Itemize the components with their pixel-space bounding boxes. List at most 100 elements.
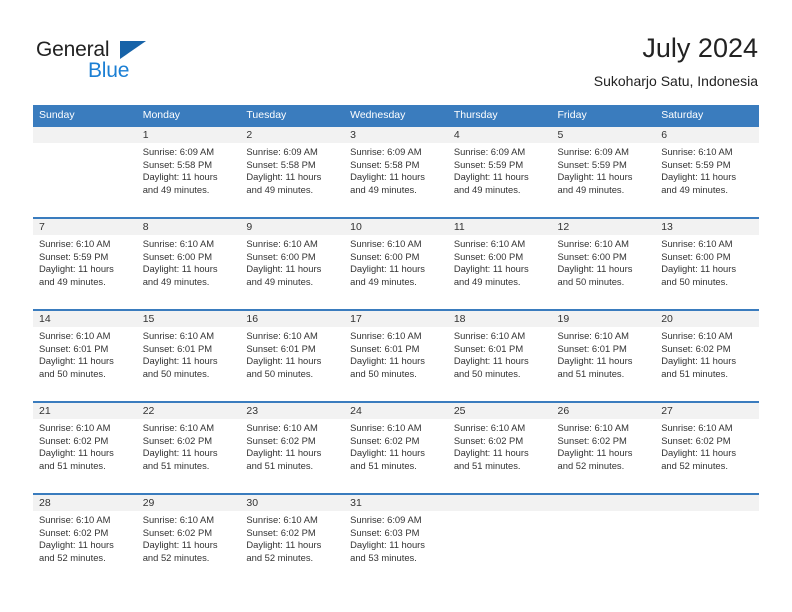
day-daylight2-text: and 51 minutes.	[246, 459, 314, 471]
day-daylight1-text: Daylight: 11 hours	[453, 355, 529, 367]
day-daylight2-text: and 50 minutes.	[39, 367, 106, 379]
weekday-header-friday: Friday	[551, 105, 656, 125]
day-sunrise-text: Sunrise: 6:10 AM	[453, 330, 526, 341]
day-cell-28[interactable]: 28 Sunrise: 6:10 AM Sunset: 6:02 PM Dayligh…	[33, 495, 137, 585]
day-sunrise-text: Sunrise: 6:09 AM	[350, 146, 422, 157]
day-details: Sunrise: 6:10 AM Sunset: 5:59 PM Daylight:…	[33, 235, 137, 288]
day-details: Sunrise: 6:10 AM Sunset: 6:00 PM Daylight:…	[137, 235, 241, 288]
day-daylight2-text: and 51 minutes.	[661, 367, 728, 379]
day-details: Sunrise: 6:09 AM Sunset: 6:03 PM Daylight:…	[344, 511, 448, 564]
day-sunrise-text: Sunrise: 6:10 AM	[661, 238, 733, 249]
day-number: 11	[447, 219, 552, 235]
day-cell-10[interactable]: 10 Sunrise: 6:10 AM Sunset: 6:00 PM Dayligh…	[344, 219, 448, 309]
day-cell-22[interactable]: 22 Sunrise: 6:10 AM Sunset: 6:02 PM Dayligh…	[136, 403, 241, 493]
day-details: Sunrise: 6:10 AM Sunset: 6:00 PM Daylight:…	[552, 235, 656, 288]
day-cell-20[interactable]: 20 Sunrise: 6:10 AM Sunset: 6:02 PM Dayligh…	[655, 311, 759, 401]
day-cell-18[interactable]: 18 Sunrise: 6:10 AM Sunset: 6:01 PM Dayligh…	[447, 311, 552, 401]
day-cell-12[interactable]: 12 Sunrise: 6:10 AM Sunset: 6:00 PM Dayligh…	[551, 219, 656, 309]
day-daylight1-text: Daylight: 11 hours	[557, 447, 633, 459]
day-number	[33, 127, 137, 143]
day-cell-25[interactable]: 25 Sunrise: 6:10 AM Sunset: 6:02 PM Dayligh…	[447, 403, 552, 493]
day-cell-11[interactable]: 11 Sunrise: 6:10 AM Sunset: 6:00 PM Dayligh…	[447, 219, 552, 309]
day-number: 8	[136, 219, 241, 235]
calendar-cell: 4 Sunrise: 6:09 AM Sunset: 5:59 PM Daylight…	[447, 127, 552, 217]
page-header: General Blue July 2024 Sukoharjo Satu, I…	[0, 0, 792, 100]
day-cell-30[interactable]: 30 Sunrise: 6:10 AM Sunset: 6:02 PM Dayligh…	[240, 495, 345, 585]
day-daylight1-text: Daylight: 11 hours	[246, 447, 322, 459]
calendar-cell: 6 Sunrise: 6:10 AM Sunset: 5:59 PM Daylight…	[655, 127, 759, 217]
day-cell-3[interactable]: 3 Sunrise: 6:09 AM Sunset: 5:58 PM Daylight…	[344, 127, 448, 217]
day-cell-19[interactable]: 19 Sunrise: 6:10 AM Sunset: 6:01 PM Dayligh…	[551, 311, 656, 401]
day-daylight2-text: and 49 minutes.	[246, 183, 314, 195]
day-number	[447, 495, 552, 511]
day-cell-9[interactable]: 9 Sunrise: 6:10 AM Sunset: 6:00 PM Daylight…	[240, 219, 345, 309]
day-sunset-text: Sunset: 6:00 PM	[142, 250, 213, 262]
day-cell-7[interactable]: 7 Sunrise: 6:10 AM Sunset: 5:59 PM Daylight…	[33, 219, 137, 309]
day-number: 6	[655, 127, 759, 143]
day-cell-13[interactable]: 13 Sunrise: 6:10 AM Sunset: 6:00 PM Dayligh…	[655, 219, 759, 309]
day-daylight2-text: and 51 minutes.	[39, 459, 106, 471]
calendar-cell: 2 Sunrise: 6:09 AM Sunset: 5:58 PM Daylight…	[240, 127, 345, 217]
day-sunrise-text: Sunrise: 6:10 AM	[557, 422, 629, 433]
day-cell-2[interactable]: 2 Sunrise: 6:09 AM Sunset: 5:58 PM Daylight…	[240, 127, 345, 217]
brand-logo[interactable]: General Blue	[36, 38, 166, 86]
calendar-cell: 26 Sunrise: 6:10 AM Sunset: 6:02 PM Dayligh…	[551, 403, 656, 493]
day-daylight2-text: and 52 minutes.	[661, 459, 728, 471]
day-cell-29[interactable]: 29 Sunrise: 6:10 AM Sunset: 6:02 PM Dayligh…	[136, 495, 241, 585]
day-sunrise-text: Sunrise: 6:10 AM	[661, 422, 733, 433]
day-cell-8[interactable]: 8 Sunrise: 6:10 AM Sunset: 6:00 PM Daylight…	[136, 219, 241, 309]
day-cell-21[interactable]: 21 Sunrise: 6:10 AM Sunset: 6:02 PM Dayligh…	[33, 403, 137, 493]
day-daylight2-text: and 50 minutes.	[246, 367, 314, 379]
day-daylight2-text: and 52 minutes.	[557, 459, 625, 471]
day-cell-6[interactable]: 6 Sunrise: 6:10 AM Sunset: 5:59 PM Daylight…	[655, 127, 759, 217]
day-daylight1-text: Daylight: 11 hours	[350, 171, 425, 183]
day-daylight1-text: Daylight: 11 hours	[661, 355, 737, 367]
day-number: 30	[240, 495, 345, 511]
day-sunset-text: Sunset: 6:02 PM	[39, 526, 109, 538]
day-cell-23[interactable]: 23 Sunrise: 6:10 AM Sunset: 6:02 PM Dayligh…	[240, 403, 345, 493]
day-daylight2-text: and 49 minutes.	[246, 275, 314, 287]
day-daylight2-text: and 49 minutes.	[557, 183, 625, 195]
day-daylight1-text: Daylight: 11 hours	[39, 447, 114, 459]
day-cell-24[interactable]: 24 Sunrise: 6:10 AM Sunset: 6:02 PM Dayligh…	[344, 403, 448, 493]
calendar-cell	[33, 127, 137, 217]
day-cell-1[interactable]: 1 Sunrise: 6:09 AM Sunset: 5:58 PM Daylight…	[136, 127, 241, 217]
day-sunrise-text: Sunrise: 6:10 AM	[142, 514, 215, 525]
weekday-header-saturday: Saturday	[655, 105, 759, 125]
day-cell-16[interactable]: 16 Sunrise: 6:10 AM Sunset: 6:01 PM Dayligh…	[240, 311, 345, 401]
day-sunrise-text: Sunrise: 6:09 AM	[246, 146, 318, 157]
day-details: Sunrise: 6:10 AM Sunset: 6:01 PM Daylight:…	[33, 327, 137, 380]
day-sunrise-text: Sunrise: 6:10 AM	[246, 238, 318, 249]
day-number: 10	[344, 219, 448, 235]
calendar-cell: 13 Sunrise: 6:10 AM Sunset: 6:00 PM Dayligh…	[655, 219, 759, 309]
day-cell-26[interactable]: 26 Sunrise: 6:10 AM Sunset: 6:02 PM Dayligh…	[551, 403, 656, 493]
day-daylight2-text: and 51 minutes.	[142, 459, 210, 471]
day-sunset-text: Sunset: 6:00 PM	[557, 250, 627, 262]
calendar-cell: 23 Sunrise: 6:10 AM Sunset: 6:02 PM Dayligh…	[240, 403, 345, 493]
day-daylight1-text: Daylight: 11 hours	[453, 263, 529, 275]
day-details: Sunrise: 6:10 AM Sunset: 6:02 PM Daylight:…	[552, 419, 656, 472]
calendar-cell	[551, 495, 656, 585]
day-daylight1-text: Daylight: 11 hours	[661, 263, 737, 275]
day-cell-31[interactable]: 31 Sunrise: 6:09 AM Sunset: 6:03 PM Dayligh…	[344, 495, 448, 585]
day-cell-empty	[447, 495, 552, 585]
day-details: Sunrise: 6:10 AM Sunset: 6:01 PM Daylight:…	[240, 327, 344, 380]
day-details: Sunrise: 6:10 AM Sunset: 6:02 PM Daylight:…	[240, 419, 344, 472]
day-daylight1-text: Daylight: 11 hours	[661, 171, 737, 183]
day-sunset-text: Sunset: 5:59 PM	[39, 250, 109, 262]
day-cell-14[interactable]: 14 Sunrise: 6:10 AM Sunset: 6:01 PM Dayligh…	[33, 311, 137, 401]
day-sunrise-text: Sunrise: 6:10 AM	[39, 330, 111, 341]
day-cell-15[interactable]: 15 Sunrise: 6:10 AM Sunset: 6:01 PM Dayligh…	[136, 311, 241, 401]
day-sunrise-text: Sunrise: 6:10 AM	[453, 422, 526, 433]
day-cell-4[interactable]: 4 Sunrise: 6:09 AM Sunset: 5:59 PM Daylight…	[447, 127, 552, 217]
day-cell-5[interactable]: 5 Sunrise: 6:09 AM Sunset: 5:59 PM Daylight…	[551, 127, 656, 217]
day-sunset-text: Sunset: 6:02 PM	[142, 434, 213, 446]
day-sunset-text: Sunset: 6:00 PM	[246, 250, 316, 262]
day-daylight2-text: and 50 minutes.	[661, 275, 728, 287]
day-details: Sunrise: 6:10 AM Sunset: 6:02 PM Daylight:…	[137, 419, 241, 472]
day-number: 15	[136, 311, 241, 327]
day-cell-17[interactable]: 17 Sunrise: 6:10 AM Sunset: 6:01 PM Dayligh…	[344, 311, 448, 401]
page-subtitle: Sukoharjo Satu, Indonesia	[593, 73, 758, 89]
day-cell-27[interactable]: 27 Sunrise: 6:10 AM Sunset: 6:02 PM Dayligh…	[655, 403, 759, 493]
day-sunrise-text: Sunrise: 6:10 AM	[557, 330, 629, 341]
